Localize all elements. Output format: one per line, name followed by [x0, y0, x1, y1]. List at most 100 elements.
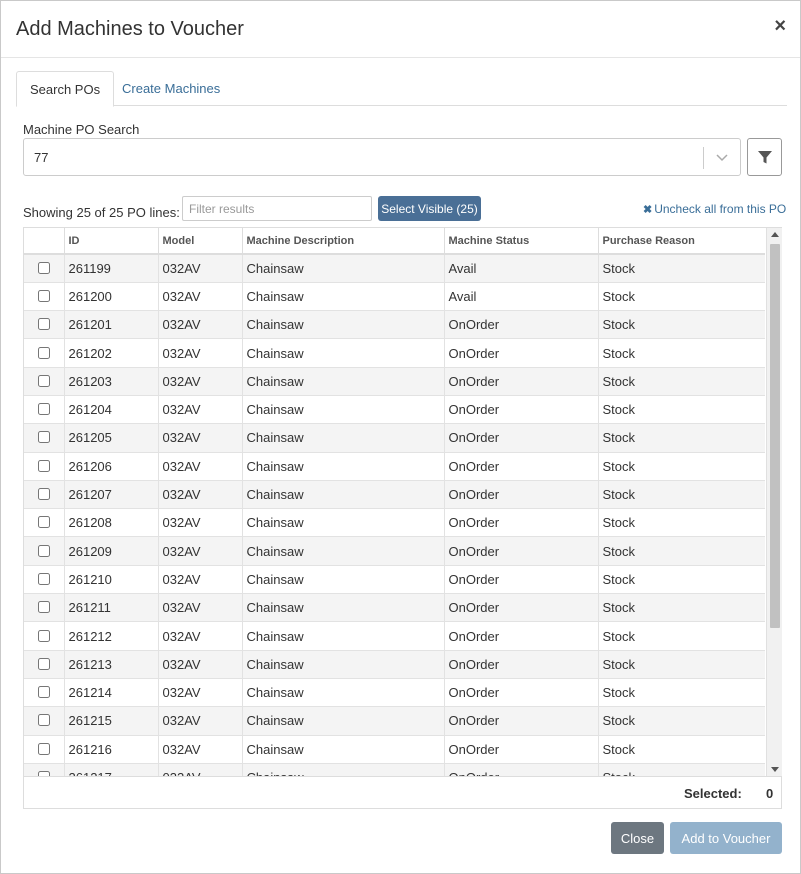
cell-id: 261216	[64, 735, 159, 764]
close-icon[interactable]: ×	[774, 15, 786, 37]
uncheck-all-label: Uncheck all from this PO	[654, 202, 787, 216]
cell-description: Chainsaw	[242, 536, 445, 566]
cell-description: Chainsaw	[242, 565, 445, 595]
row-checkbox[interactable]	[37, 686, 50, 699]
cell-status: OnOrder	[444, 395, 599, 425]
row-checkbox[interactable]	[37, 572, 50, 585]
table-row[interactable]: 261211 032AV Chainsaw OnOrder Stock	[24, 593, 765, 623]
cell-status: OnOrder	[444, 678, 599, 708]
cell-id: 261205	[64, 423, 159, 453]
row-checkbox[interactable]	[37, 516, 50, 529]
tab-search-pos[interactable]: Search POs	[16, 71, 115, 107]
cell-model: 032AV	[158, 508, 243, 538]
cell-status: OnOrder	[444, 565, 599, 595]
cell-model: 032AV	[158, 367, 243, 396]
grid-scrollbar[interactable]	[766, 228, 782, 776]
header-reason[interactable]: Purchase Reason	[598, 228, 765, 255]
row-checkbox[interactable]	[37, 289, 50, 302]
select-visible-button[interactable]: Select Visible (25)	[378, 196, 481, 221]
add-to-voucher-button[interactable]: Add to Voucher	[670, 822, 782, 854]
cell-status: Avail	[444, 254, 599, 283]
row-checkbox[interactable]	[37, 629, 50, 642]
row-checkbox[interactable]	[37, 403, 50, 416]
row-select-cell	[24, 593, 65, 623]
header-description[interactable]: Machine Description	[242, 228, 445, 255]
scroll-down-icon[interactable]	[771, 767, 779, 772]
table-row[interactable]: 261214 032AV Chainsaw OnOrder Stock	[24, 678, 765, 708]
table-row[interactable]: 261206 032AV Chainsaw OnOrder Stock	[24, 452, 765, 481]
cell-description: Chainsaw	[242, 282, 445, 312]
table-row[interactable]: 261201 032AV Chainsaw OnOrder Stock	[24, 310, 765, 340]
close-button[interactable]: Close	[611, 822, 664, 854]
cell-description: Chainsaw	[242, 706, 445, 736]
cell-id: 261213	[64, 650, 159, 679]
header-model[interactable]: Model	[158, 228, 243, 255]
row-checkbox[interactable]	[37, 601, 50, 614]
row-checkbox[interactable]	[37, 459, 50, 472]
cell-status: OnOrder	[444, 310, 599, 340]
scroll-thumb[interactable]	[770, 244, 780, 628]
cell-reason: Stock	[598, 452, 765, 481]
table-body: 261199 032AV Chainsaw Avail Stock 261200 032AV…	[24, 254, 765, 776]
filter-icon	[758, 151, 772, 164]
cell-model: 032AV	[158, 282, 243, 312]
header-status[interactable]: Machine Status	[444, 228, 599, 255]
header-id[interactable]: ID	[64, 228, 159, 255]
modal-title: Add Machines to Voucher	[16, 18, 244, 40]
select-separator	[703, 147, 704, 169]
grid-footer: Selected: 0	[24, 776, 781, 808]
row-checkbox[interactable]	[37, 261, 50, 274]
row-select-cell	[24, 678, 65, 708]
row-checkbox[interactable]	[37, 714, 50, 727]
row-checkbox[interactable]	[37, 742, 50, 755]
table-row[interactable]: 261204 032AV Chainsaw OnOrder Stock	[24, 395, 765, 425]
row-checkbox[interactable]	[37, 544, 50, 557]
cell-status: OnOrder	[444, 338, 599, 368]
chevron-down-icon[interactable]	[715, 150, 729, 164]
table-row[interactable]: 261203 032AV Chainsaw OnOrder Stock	[24, 367, 765, 396]
table-row[interactable]: 261207 032AV Chainsaw OnOrder Stock	[24, 480, 765, 510]
row-checkbox[interactable]	[37, 318, 50, 331]
table-row[interactable]: 261210 032AV Chainsaw OnOrder Stock	[24, 565, 765, 595]
scroll-up-icon[interactable]	[771, 232, 779, 237]
uncheck-all-link[interactable]: ✖ Uncheck all from this PO	[643, 202, 786, 216]
cell-model: 032AV	[158, 536, 243, 566]
header-select	[24, 228, 65, 255]
table-row[interactable]: 261205 032AV Chainsaw OnOrder Stock	[24, 423, 765, 453]
row-checkbox[interactable]	[37, 657, 50, 670]
cell-reason: Stock	[598, 706, 765, 736]
row-checkbox[interactable]	[37, 431, 50, 444]
cell-description: Chainsaw	[242, 310, 445, 340]
row-checkbox[interactable]	[37, 346, 50, 359]
row-select-cell	[24, 395, 65, 425]
filter-button[interactable]	[747, 138, 782, 176]
cell-model: 032AV	[158, 452, 243, 481]
cell-reason: Stock	[598, 254, 765, 283]
table-row[interactable]: 261216 032AV Chainsaw OnOrder Stock	[24, 735, 765, 764]
row-checkbox[interactable]	[37, 374, 50, 387]
machine-po-search-select[interactable]: 77	[23, 138, 741, 176]
filter-results-input[interactable]	[182, 196, 372, 221]
table-row[interactable]: 261208 032AV Chainsaw OnOrder Stock	[24, 508, 765, 538]
cell-reason: Stock	[598, 282, 765, 312]
row-checkbox[interactable]	[37, 488, 50, 501]
cell-reason: Stock	[598, 395, 765, 425]
table-row[interactable]: 261213 032AV Chainsaw OnOrder Stock	[24, 650, 765, 679]
cell-id: 261212	[64, 621, 159, 651]
table-row[interactable]: 261199 032AV Chainsaw Avail Stock	[24, 254, 765, 283]
cell-description: Chainsaw	[242, 621, 445, 651]
row-select-cell	[24, 254, 65, 283]
table-row[interactable]: 261212 032AV Chainsaw OnOrder Stock	[24, 621, 765, 651]
cell-status: OnOrder	[444, 650, 599, 679]
table-row[interactable]: 261215 032AV Chainsaw OnOrder Stock	[24, 706, 765, 736]
cell-id: 261210	[64, 565, 159, 595]
cell-status: OnOrder	[444, 423, 599, 453]
cell-reason: Stock	[598, 367, 765, 396]
tab-create-machines[interactable]: Create Machines	[109, 71, 233, 106]
cell-description: Chainsaw	[242, 452, 445, 481]
cell-reason: Stock	[598, 423, 765, 453]
table-row[interactable]: 261209 032AV Chainsaw OnOrder Stock	[24, 536, 765, 566]
table-row[interactable]: 261200 032AV Chainsaw Avail Stock	[24, 282, 765, 312]
table-row[interactable]: 261217032AVChainsawOnOrderStock	[24, 763, 765, 776]
table-row[interactable]: 261202 032AV Chainsaw OnOrder Stock	[24, 338, 765, 368]
